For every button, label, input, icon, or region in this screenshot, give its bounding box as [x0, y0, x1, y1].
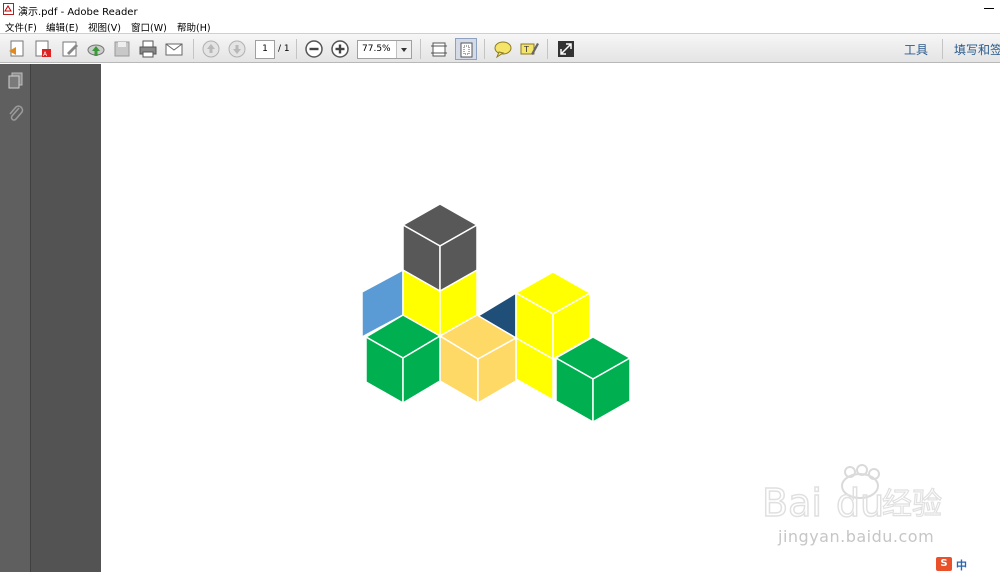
- toolbar-separator: [193, 39, 194, 59]
- menu-edit[interactable]: 编辑(E): [46, 20, 78, 34]
- svg-text:du: du: [836, 481, 884, 525]
- print-button[interactable]: [137, 38, 159, 60]
- page-up-icon: [202, 40, 220, 58]
- zoom-out-button[interactable]: [303, 38, 325, 60]
- svg-text:Bai: Bai: [762, 481, 822, 525]
- attachments-button[interactable]: [6, 104, 26, 124]
- create-pdf-button[interactable]: A: [32, 38, 54, 60]
- email-button[interactable]: [163, 38, 185, 60]
- ime-mode-label[interactable]: 中: [956, 557, 967, 572]
- watermark-url: jingyan.baidu.com: [778, 527, 935, 546]
- menu-file[interactable]: 文件(F): [5, 20, 37, 34]
- menu-bar: 文件(F) 编辑(E) 视图(V) 窗口(W) 帮助(H): [0, 18, 1000, 34]
- cloud-upload-button[interactable]: [85, 38, 107, 60]
- print-icon: [139, 40, 157, 58]
- zoom-in-button[interactable]: [329, 38, 351, 60]
- highlight-icon: T: [520, 43, 539, 55]
- navigation-pane: [0, 64, 31, 572]
- zoom-out-icon: [305, 40, 323, 58]
- comment-icon: [494, 41, 512, 59]
- highlight-button[interactable]: T: [518, 38, 540, 60]
- next-page-button[interactable]: [226, 38, 248, 60]
- open-button[interactable]: [6, 38, 28, 60]
- paperclip-icon: [9, 105, 24, 121]
- tools-pane-link[interactable]: 工具: [904, 41, 928, 58]
- pdf-file-icon: [3, 3, 14, 15]
- open-icon: [9, 40, 24, 57]
- previous-page-button[interactable]: [200, 38, 222, 60]
- page-down-icon: [228, 40, 246, 58]
- cloud-upload-icon: [87, 44, 105, 56]
- page-thumbnails-button[interactable]: [6, 71, 26, 91]
- fit-page-icon: [460, 42, 473, 58]
- document-background: [31, 64, 101, 572]
- create-pdf-icon: A: [35, 40, 51, 58]
- toolbar-separator: [547, 39, 548, 59]
- edit-button[interactable]: [59, 38, 81, 60]
- svg-text:经验: 经验: [882, 487, 942, 522]
- email-icon: [165, 43, 183, 56]
- toolbar-separator: [420, 39, 421, 59]
- save-button[interactable]: [111, 38, 133, 60]
- toolbar-separator: [296, 39, 297, 59]
- menu-view[interactable]: 视图(V): [88, 20, 121, 34]
- page-total-label: / 1: [278, 44, 290, 54]
- chevron-down-icon[interactable]: [396, 41, 411, 58]
- toolbar: A 1 / 1 77.5% T 工具 填写和签: [0, 33, 1000, 63]
- page-thumbnails-icon: [8, 72, 23, 89]
- title-bar: 演示.pdf - Adobe Reader: [0, 0, 1000, 18]
- edit-icon: [62, 41, 78, 57]
- fit-width-icon: [431, 42, 447, 57]
- page-number-input[interactable]: 1: [255, 40, 275, 59]
- toolbar-separator: [484, 39, 485, 59]
- fill-sign-pane-link[interactable]: 填写和签: [954, 41, 1000, 58]
- fullscreen-icon: [558, 41, 574, 57]
- svg-text:T: T: [523, 45, 529, 54]
- sogou-ime-icon: S: [936, 557, 952, 571]
- fullscreen-button[interactable]: [555, 38, 577, 60]
- save-icon: [114, 41, 130, 57]
- fit-width-button[interactable]: [428, 38, 450, 60]
- menu-window[interactable]: 窗口(W): [131, 20, 167, 34]
- window-title: 演示.pdf - Adobe Reader: [18, 7, 138, 18]
- comment-button[interactable]: [492, 38, 514, 60]
- toolbar-separator: [942, 39, 943, 59]
- minimize-button[interactable]: [978, 1, 1000, 15]
- zoom-level-value: 77.5%: [362, 44, 391, 54]
- fit-page-button[interactable]: [455, 38, 477, 60]
- ime-toolbar[interactable]: S 中: [935, 556, 1000, 572]
- menu-help[interactable]: 帮助(H): [177, 20, 211, 34]
- zoom-level-select[interactable]: 77.5%: [357, 40, 412, 59]
- zoom-in-icon: [331, 40, 349, 58]
